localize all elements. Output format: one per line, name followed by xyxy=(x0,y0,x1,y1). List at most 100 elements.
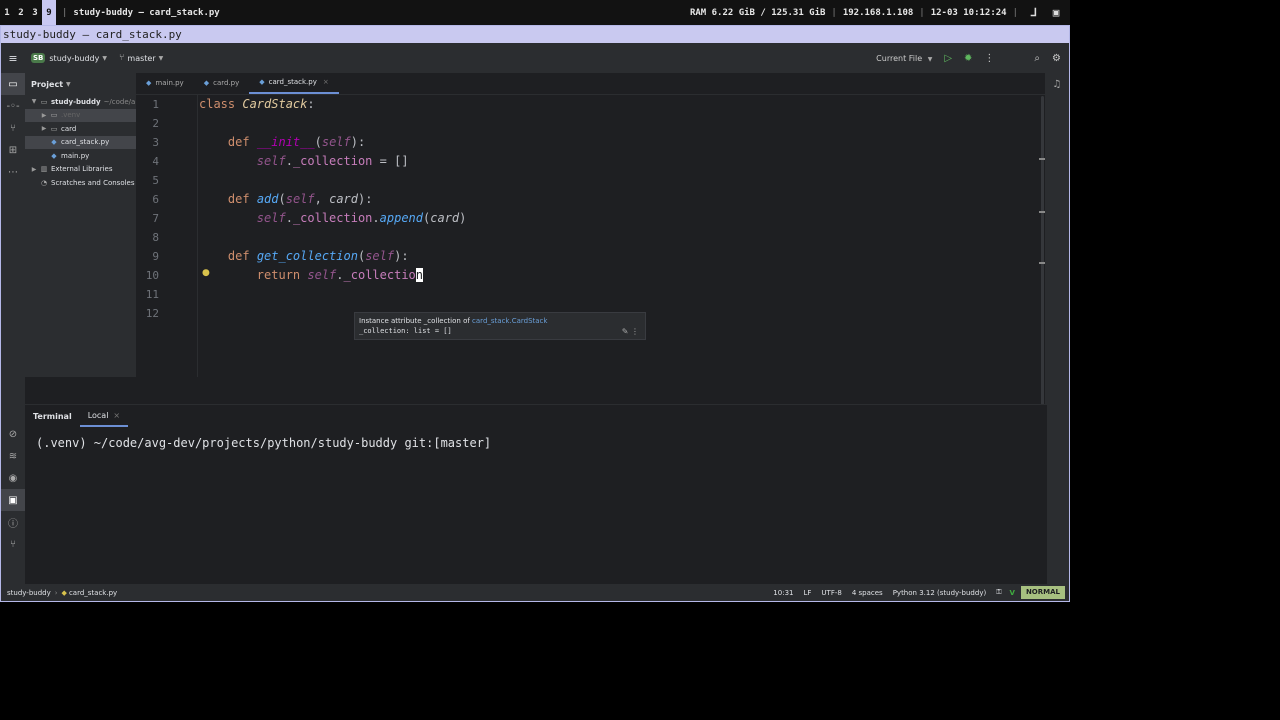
python-file-icon: ◆ xyxy=(259,78,265,86)
wm-status-area: RAM 6.22 GiB / 125.31 GiB | 192.168.1.10… xyxy=(684,0,1062,25)
folder-icon: ▭ xyxy=(50,111,58,120)
tree-item-main-py[interactable]: ◆ main.py xyxy=(25,149,136,163)
editor-tabs: ◆ main.py ◆ card.py ◆ card_stack.py × xyxy=(136,73,1047,95)
edit-icon[interactable]: ✎ xyxy=(622,327,629,336)
branch-name: master xyxy=(127,53,156,63)
tab-main-py[interactable]: ◆ main.py xyxy=(136,72,194,94)
tree-item-card-stack-py[interactable]: ◆ card_stack.py xyxy=(25,135,136,149)
quick-doc-tooltip: Instance attribute _collection of card_s… xyxy=(354,312,646,340)
line-number: 12 xyxy=(145,307,159,320)
main-menu-icon[interactable]: ≡ xyxy=(1,52,25,65)
notifications-icon[interactable]: ♫ xyxy=(1045,73,1069,95)
close-icon[interactable]: × xyxy=(323,78,329,86)
wm-window-title: study-buddy – card_stack.py xyxy=(73,7,220,18)
network-tray-icon[interactable]: ▣ xyxy=(1050,6,1062,19)
tree-root[interactable]: ▼ ▭ study-buddy ~/code/a xyxy=(25,95,136,109)
run-config-selector[interactable]: Current File ▼ xyxy=(876,54,932,63)
tab-local[interactable]: Local × xyxy=(79,405,129,427)
line-number: 2 xyxy=(152,117,159,130)
vim-icon[interactable]: V xyxy=(1010,589,1015,597)
layers-icon[interactable]: ≋ xyxy=(1,445,25,467)
right-tool-strip: ♫ xyxy=(1045,73,1069,584)
clock: 12-03 10:12:24 xyxy=(930,7,1007,18)
folder-icon: ▭ xyxy=(40,97,48,106)
read-only-lock-icon[interactable]: ⚿ xyxy=(996,588,1001,597)
folder-icon: ▭ xyxy=(50,124,58,133)
breadcrumb-project[interactable]: study-buddy xyxy=(7,589,51,597)
branch-selector[interactable]: ⑂ master ▼ xyxy=(119,53,163,63)
more-tools-icon[interactable]: ⋯ xyxy=(1,161,25,183)
scroll-marker xyxy=(1039,262,1045,264)
workspace-2[interactable]: 2 xyxy=(14,0,28,25)
project-panel-header[interactable]: Project ▼ xyxy=(25,73,136,95)
project-panel: Project ▼ ▼ ▭ study-buddy ~/code/a ▶ ▭ .… xyxy=(25,73,136,377)
commit-tool-icon[interactable]: -◦- xyxy=(1,95,25,117)
ide-window: study-buddy – card_stack.py ≡ SB study-b… xyxy=(0,25,1070,602)
line-number: 10 xyxy=(145,269,159,282)
workspace-9[interactable]: 9 xyxy=(42,0,56,25)
project-badge: SB xyxy=(31,53,46,63)
python-file-icon: ◆ xyxy=(61,588,67,597)
expand-arrow-icon: ▶ xyxy=(41,111,47,119)
code-line-9: def get_collection(self): xyxy=(227,249,409,263)
breadcrumb-file[interactable]: card_stack.py xyxy=(69,589,117,597)
line-number: 9 xyxy=(152,250,159,263)
more-icon[interactable]: ⋮ xyxy=(984,53,994,64)
scratches-icon: ◔ xyxy=(40,178,48,187)
project-tool-icon[interactable]: ▭ xyxy=(1,73,25,95)
ram-usage: RAM 6.22 GiB / 125.31 GiB xyxy=(689,7,826,18)
library-icon: ▥ xyxy=(40,165,48,174)
python-packages-icon[interactable]: ⊘ xyxy=(1,423,25,445)
line-number: 1 xyxy=(152,98,159,111)
chevron-down-icon: ▼ xyxy=(102,54,107,62)
tree-item-scratches[interactable]: ◔ Scratches and Consoles xyxy=(25,176,136,190)
debug-icon[interactable]: ✹ xyxy=(964,53,972,64)
wm-separator: | xyxy=(62,7,68,18)
terminal-tool-icon[interactable]: ▣ xyxy=(1,489,25,511)
git-tool-icon[interactable]: ⑂ xyxy=(1,533,25,555)
cursor-position[interactable]: 10:31 xyxy=(773,589,793,597)
run-icon[interactable]: ▷ xyxy=(944,53,952,64)
jetbrains-tray-icon[interactable]: ⅃ xyxy=(1028,6,1040,19)
line-separator[interactable]: LF xyxy=(803,589,811,597)
code-line-10: return self._collection xyxy=(256,268,423,282)
scroll-marker xyxy=(1039,158,1045,160)
code-line-6: def add(self, card): xyxy=(227,192,373,206)
pull-requests-icon[interactable]: ⑂ xyxy=(1,117,25,139)
tree-item-venv[interactable]: ▶ ▭ .venv xyxy=(25,108,136,122)
toolbar-right: Current File ▼ ▷ ✹ ⋮ ⌕ ⚙ xyxy=(864,43,1061,73)
chevron-down-icon: ▼ xyxy=(66,80,71,88)
tree-item-card[interactable]: ▶ ▭ card xyxy=(25,122,136,136)
terminal-panel: Terminal Local × (.venv) ~/code/avg-dev/p… xyxy=(25,404,1047,586)
expand-arrow-icon: ▶ xyxy=(41,125,47,133)
close-icon[interactable]: × xyxy=(113,411,120,420)
project-selector[interactable]: study-buddy xyxy=(49,54,99,63)
code-line-3: def __init__(self): xyxy=(227,135,366,149)
python-interpreter[interactable]: Python 3.12 (study-buddy) xyxy=(893,589,987,597)
terminal-title: Terminal xyxy=(33,411,72,421)
line-number: 6 xyxy=(152,193,159,206)
chevron-right-icon: › xyxy=(54,588,58,597)
tree-item-external-libraries[interactable]: ▶ ▥ External Libraries xyxy=(25,163,136,177)
line-number: 7 xyxy=(152,212,159,225)
tab-card-py[interactable]: ◆ card.py xyxy=(194,72,250,94)
structure-icon[interactable]: ⊞ xyxy=(1,139,25,161)
workspace-1[interactable]: 1 xyxy=(0,0,14,25)
code-line-4: self._collection = [] xyxy=(256,154,409,168)
more-icon[interactable]: ⋮ xyxy=(631,327,639,336)
workspace-3[interactable]: 3 xyxy=(28,0,42,25)
code-line-7: self._collection.append(card) xyxy=(256,211,467,225)
settings-gear-icon[interactable]: ⚙ xyxy=(1052,53,1061,64)
terminal-prompt[interactable]: (.venv) ~/code/avg-dev/projects/python/s… xyxy=(36,436,491,450)
indent-setting[interactable]: 4 spaces xyxy=(852,589,883,597)
git-branch-icon: ⑂ xyxy=(119,53,125,63)
search-icon[interactable]: ⌕ xyxy=(1034,53,1040,64)
problems-icon[interactable]: ⓘ xyxy=(1,511,25,533)
doc-link[interactable]: card_stack.CardStack xyxy=(472,317,547,325)
file-encoding[interactable]: UTF-8 xyxy=(821,589,841,597)
editor-scrollbar[interactable] xyxy=(1039,96,1045,412)
tab-card-stack-py[interactable]: ◆ card_stack.py × xyxy=(249,72,339,94)
status-bar: study-buddy › ◆ card_stack.py 10:31 LF U… xyxy=(1,584,1069,601)
left-tool-strip: ▭ -◦- ⑂ ⊞ ⋯ ⊘ ≋ ◉ ▣ ⓘ ⑂ xyxy=(1,73,25,584)
services-icon[interactable]: ◉ xyxy=(1,467,25,489)
